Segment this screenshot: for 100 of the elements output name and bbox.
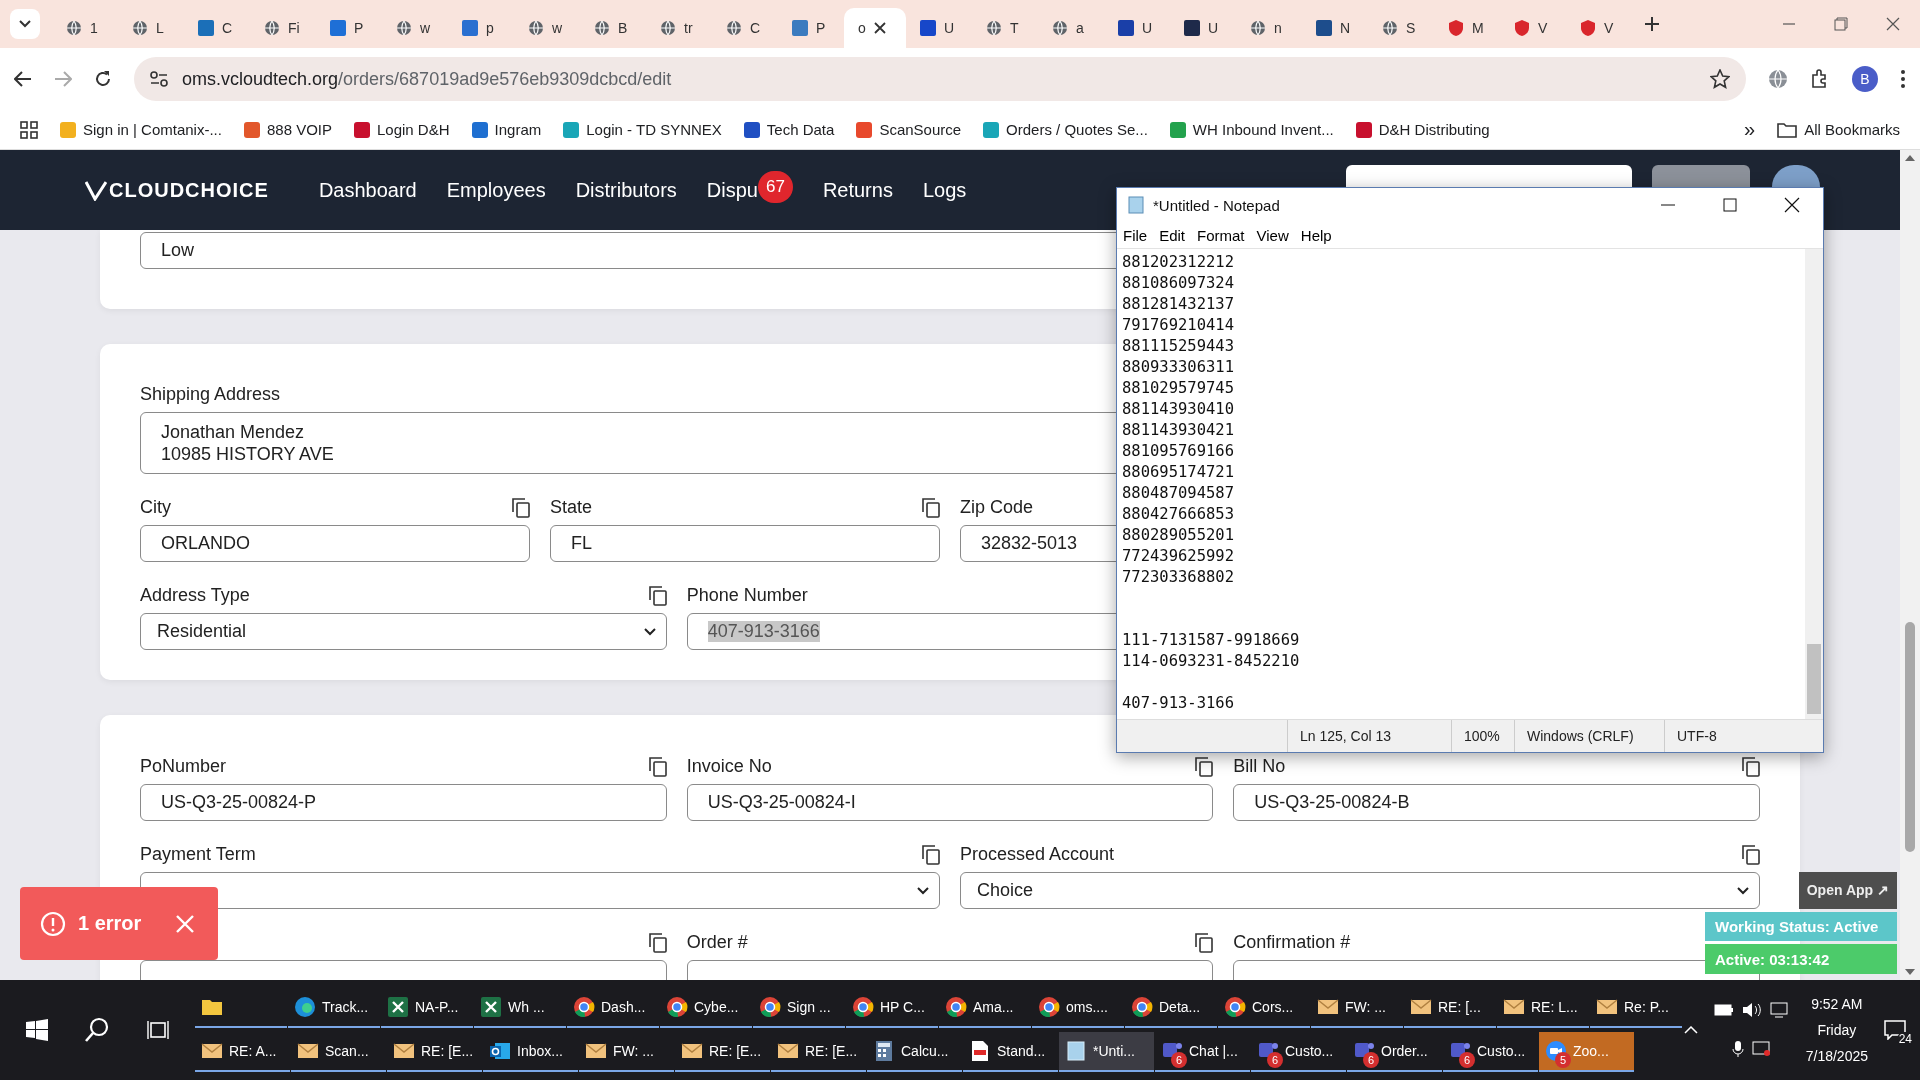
dropdown[interactable]: Choice — [960, 872, 1760, 909]
bookmark-label: D&H Distributing — [1378, 121, 1490, 138]
taskbar-button[interactable]: Ama... — [939, 988, 1031, 1028]
nav-link[interactable]: Returns — [822, 178, 893, 202]
field-label: State — [550, 497, 593, 518]
taskbar-button[interactable]: RE: [E... — [675, 1032, 770, 1072]
taskbar-button[interactable]: NA-P... — [381, 988, 473, 1028]
taskbar-button[interactable]: Cybe... — [660, 988, 752, 1028]
input-field[interactable]: US-Q3-25-00824-P — [140, 784, 667, 821]
taskbar-button[interactable]: Zoo... 5 — [1539, 1032, 1634, 1072]
count-badge: 67 — [757, 171, 793, 203]
browser-tab[interactable]: L — [118, 8, 184, 48]
browser-tab[interactable]: T — [972, 8, 1038, 48]
taskbar-button[interactable]: Dash... — [567, 988, 659, 1028]
bookmark-label: Login D&H — [377, 121, 450, 138]
profile-avatar[interactable]: B — [1852, 66, 1878, 92]
field-label: PoNumber — [140, 756, 227, 777]
input-field[interactable]: US-Q3-25-00824-B — [1233, 784, 1760, 821]
bookmark[interactable]: D&H Distributing — [1355, 121, 1490, 138]
taskbar-button[interactable]: Re: P... — [1590, 988, 1682, 1028]
taskbar-button[interactable]: FW: ... — [579, 1032, 674, 1072]
taskbar-button[interactable]: RE: [... — [1404, 988, 1496, 1028]
status-text: Windows (CRLF) — [1514, 720, 1664, 752]
count-badge: 24 — [1896, 1032, 1914, 1046]
browser-tab[interactable]: tr — [646, 8, 712, 48]
browser-tab[interactable]: o — [844, 8, 906, 48]
status-banner: Working Status: Active — [1705, 911, 1897, 942]
count-badge: 6 — [1267, 1052, 1283, 1068]
browser-tab[interactable]: Fi — [250, 8, 316, 48]
bookmark[interactable]: ScanSource — [856, 121, 962, 138]
taskbar-button[interactable]: RE: [E... — [771, 1032, 866, 1072]
dropdown[interactable]: Residential — [140, 613, 667, 650]
taskbar-button[interactable]: Scan... — [291, 1032, 386, 1072]
input-field[interactable]: ORLANDO — [140, 525, 530, 562]
bookmark[interactable]: Tech Data — [743, 121, 835, 138]
field-label: Address Type — [140, 585, 250, 606]
browser-tab[interactable]: P — [316, 8, 382, 48]
status-text: UTF-8 — [1664, 720, 1764, 752]
taskbar-button[interactable]: Order... 6 — [1347, 1032, 1442, 1072]
address-bar[interactable]: oms.vcloudtech.org/orders/687019ad9e576eb9309dcbcd/edit — [134, 57, 1746, 101]
taskbar-button[interactable]: Wh ... — [474, 988, 566, 1028]
browser-tab[interactable]: U — [1104, 8, 1170, 48]
field-label: Confirmation # — [1233, 932, 1351, 953]
input-field[interactable]: FL — [550, 525, 940, 562]
browser-tab[interactable]: M — [1434, 8, 1500, 48]
nav-link[interactable]: Dispu — [706, 178, 758, 202]
bookmark[interactable]: 888 VOIP — [243, 121, 332, 138]
bookmark[interactable]: Login D&H — [354, 121, 450, 138]
browser-tab[interactable]: U — [906, 8, 972, 48]
taskbar-button[interactable]: oms.... — [1032, 988, 1124, 1028]
browser-tab[interactable]: 1 — [52, 8, 118, 48]
browser-tab[interactable]: n — [1236, 8, 1302, 48]
browser-tab[interactable]: C — [712, 8, 778, 48]
taskbar-button[interactable]: RE: L... — [1497, 988, 1589, 1028]
taskbar-button[interactable]: Cors... — [1218, 988, 1310, 1028]
browser-tab[interactable]: S — [1368, 8, 1434, 48]
clock-day: Friday — [1817, 1022, 1857, 1038]
nav-link[interactable]: Logs — [922, 178, 967, 202]
browser-tab[interactable]: w — [382, 8, 448, 48]
taskbar-button[interactable]: Chat |... 6 — [1155, 1032, 1250, 1072]
logo-text: CLOUDCHOICE — [109, 178, 269, 202]
browser-tab[interactable]: V — [1500, 8, 1566, 48]
taskbar-button[interactable]: Sign ... — [753, 988, 845, 1028]
taskbar-button[interactable]: HP C... — [846, 988, 938, 1028]
taskbar-button[interactable]: Custo... 6 — [1251, 1032, 1346, 1072]
taskbar-button[interactable]: Deta... — [1125, 988, 1217, 1028]
more-bookmarks-button[interactable]: » — [1744, 118, 1756, 141]
taskbar-button[interactable]: FW: ... — [1311, 988, 1403, 1028]
status-text: 100% — [1451, 720, 1514, 752]
field-label: Zip Code — [960, 497, 1034, 518]
bookmark-label: ScanSource — [879, 121, 962, 138]
bookmark[interactable]: Ingram — [471, 121, 542, 138]
field-label: Order # — [686, 932, 748, 953]
taskbar-button[interactable]: RE: [E... — [387, 1032, 482, 1072]
taskbar-button[interactable]: RE: A... — [195, 1032, 290, 1072]
browser-tab[interactable]: a — [1038, 8, 1104, 48]
taskbar-button[interactable]: Calcu... — [867, 1032, 962, 1072]
url-text: oms.vcloudtech.org/orders/687019ad9e576eb9309dcbcd/edit — [182, 68, 672, 90]
taskbar-button[interactable]: *Unti... — [1059, 1032, 1154, 1072]
browser-tab[interactable]: C — [184, 8, 250, 48]
browser-tab[interactable]: w — [514, 8, 580, 48]
browser-tab[interactable]: V — [1566, 8, 1632, 48]
clock-date: 7/18/2025 — [1805, 1048, 1868, 1064]
open-app-link[interactable]: Open App ↗ — [1798, 872, 1897, 909]
taskbar-button[interactable]: Track... — [288, 988, 380, 1028]
taskbar-button[interactable]: Stand... — [963, 1032, 1058, 1072]
taskbar-button[interactable]: Custo... 6 — [1443, 1032, 1538, 1072]
field-label: Invoice No — [686, 756, 772, 777]
browser-tab[interactable]: N — [1302, 8, 1368, 48]
browser-tab[interactable]: p — [448, 8, 514, 48]
timer-banner: Active: 03:13:42 — [1705, 944, 1897, 974]
nav-link[interactable]: Distributors — [575, 178, 677, 202]
browser-tab[interactable]: P — [778, 8, 844, 48]
taskbar-button[interactable]: Inbox... — [483, 1032, 578, 1072]
input-field[interactable]: US-Q3-25-00824-I — [686, 784, 1214, 821]
nav-link[interactable]: Dashboard — [318, 178, 417, 202]
all-bookmarks-button[interactable]: All Bookmarks — [1777, 121, 1900, 138]
browser-tab[interactable]: B — [580, 8, 646, 48]
browser-tab[interactable]: U — [1170, 8, 1236, 48]
nav-link[interactable]: Employees — [446, 178, 546, 202]
